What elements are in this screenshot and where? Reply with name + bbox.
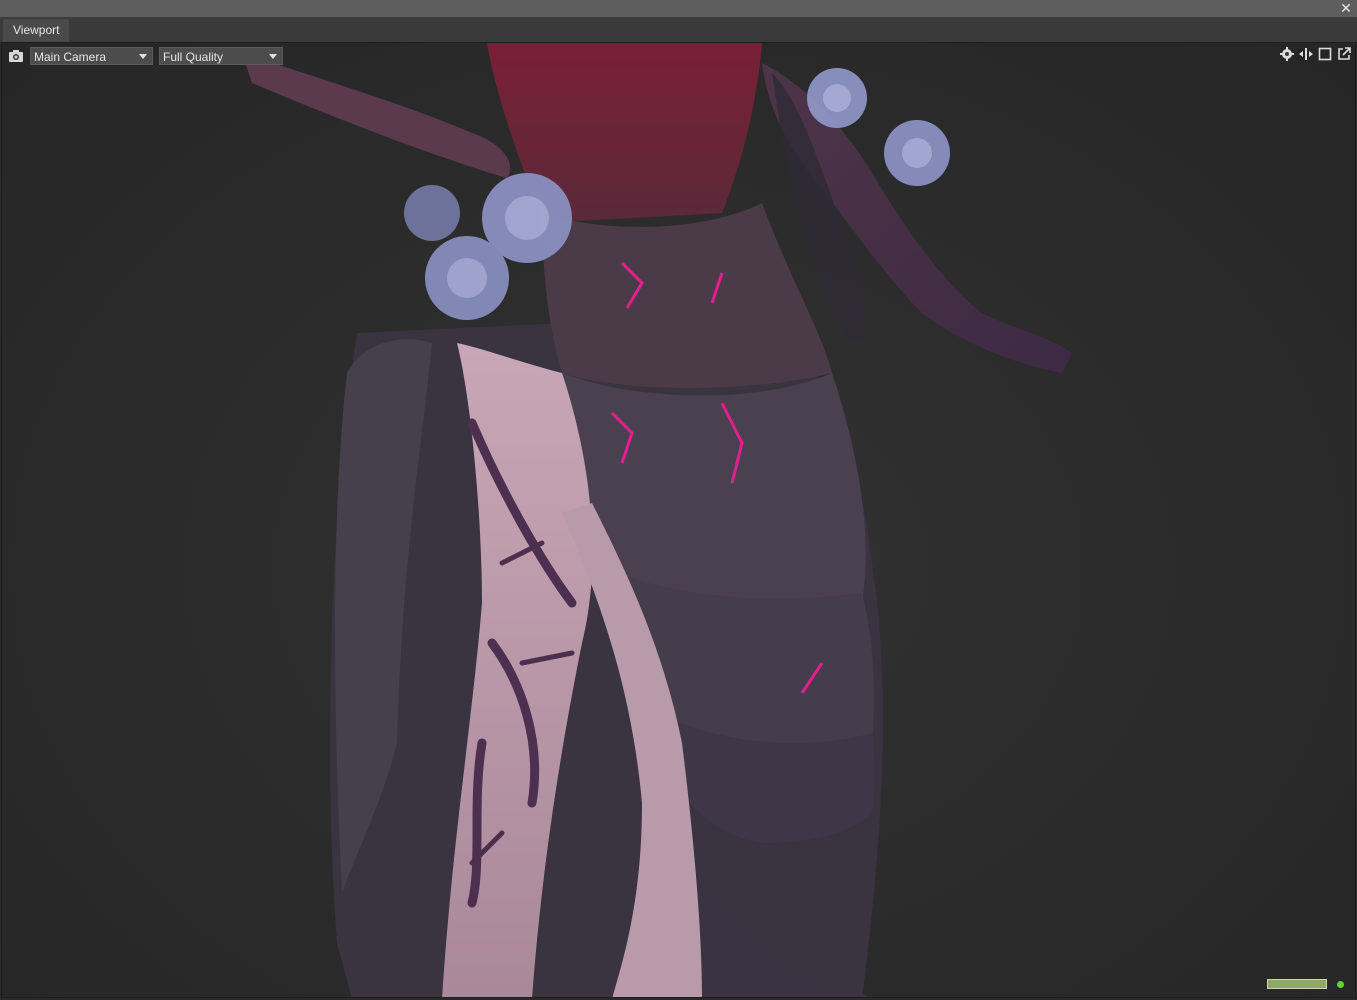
viewport-toolbar-left: Main Camera Full Quality (8, 46, 283, 66)
viewport-toolbar-right (1280, 47, 1351, 61)
maximize-icon[interactable] (1318, 47, 1332, 61)
viewport-canvas[interactable]: Main Camera Full Quality (1, 42, 1356, 998)
quality-select-value: Full Quality (163, 50, 224, 64)
close-icon[interactable]: ✕ (1339, 0, 1353, 17)
quality-select[interactable]: Full Quality (159, 47, 283, 65)
camera-icon[interactable] (8, 49, 24, 63)
camera-select[interactable]: Main Camera (30, 47, 153, 65)
window-titlebar: ✕ (0, 0, 1357, 18)
status-dot (1337, 981, 1344, 988)
settings-icon[interactable] (1280, 47, 1294, 61)
fit-view-icon[interactable] (1299, 47, 1313, 61)
chevron-down-icon (269, 54, 277, 59)
tab-viewport[interactable]: Viewport (3, 19, 70, 42)
camera-select-value: Main Camera (34, 50, 107, 64)
render-progress-indicator (1267, 979, 1327, 989)
popout-icon[interactable] (1337, 47, 1351, 61)
chevron-down-icon (139, 54, 147, 59)
rendered-character-scene (242, 43, 1072, 997)
tab-strip: Viewport (0, 18, 1357, 42)
